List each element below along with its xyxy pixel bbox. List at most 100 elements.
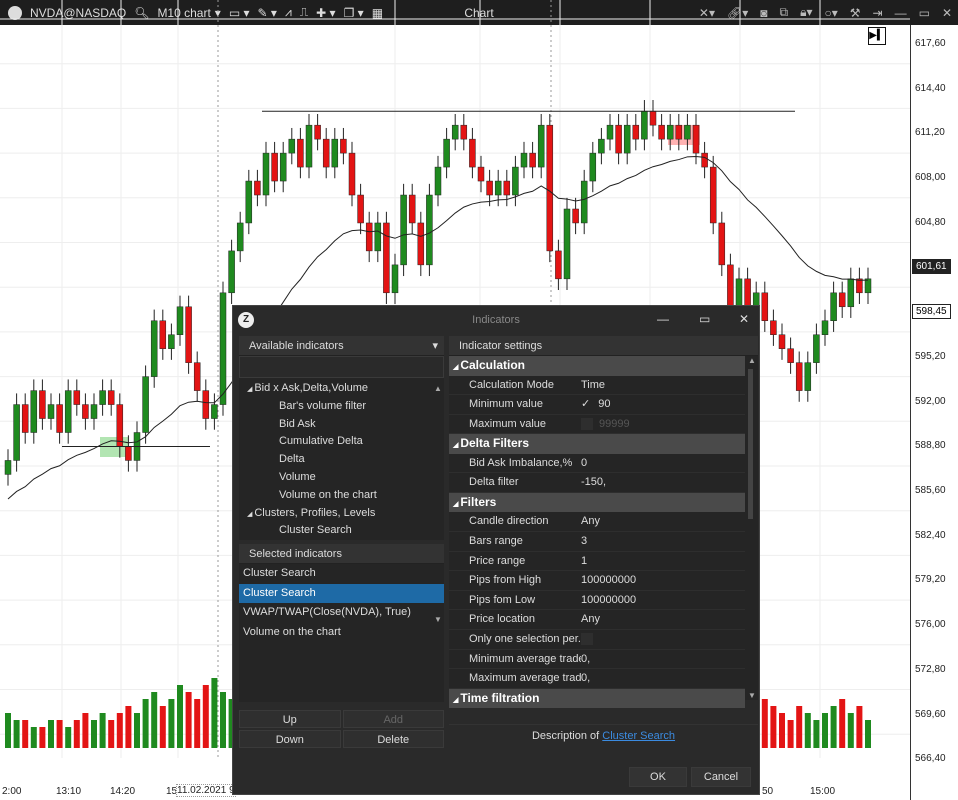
ok-button[interactable]: OK xyxy=(629,767,687,787)
candle xyxy=(486,180,493,196)
setting-value[interactable]: 1 xyxy=(581,552,587,571)
setting-value[interactable]: 0, xyxy=(581,669,590,688)
tree-item[interactable]: Cluster Search xyxy=(239,522,444,540)
settings-section[interactable]: ◢ Time filtration xyxy=(449,688,745,709)
tree-item-label: Bid Ask xyxy=(279,417,316,430)
indicator-tree: ▲ ▼ ◢ Bid x Ask,Delta,Volume Bar's volume … xyxy=(239,378,444,624)
tree-item-label: Volume on the chart xyxy=(279,488,377,501)
tree-item[interactable]: Delta xyxy=(239,451,444,469)
settings-scrollbar[interactable]: ▲ ▼ xyxy=(748,356,756,700)
setting-value[interactable]: 0 xyxy=(581,454,587,473)
tree-item-label: Clusters, Profiles, Levels xyxy=(254,506,376,519)
volume-bar xyxy=(39,727,46,748)
tree-item[interactable]: Bar's volume filter xyxy=(239,398,444,416)
setting-row[interactable]: Minimum value ✓ 90 xyxy=(449,395,745,415)
tree-item[interactable]: Volume on the chart xyxy=(239,487,444,505)
setting-value[interactable]: Time xyxy=(581,376,605,395)
selected-indicator-item[interactable]: Cluster Search xyxy=(239,583,444,603)
setting-row[interactable]: Maximum value 99999 xyxy=(449,415,745,435)
setting-value[interactable]: 99999 xyxy=(581,415,630,434)
checkbox[interactable] xyxy=(581,417,593,430)
setting-value-text: 100000000 xyxy=(581,593,637,606)
setting-row[interactable]: Price location Any xyxy=(449,610,745,631)
setting-row[interactable]: Pips fom Low 100000000 xyxy=(449,591,745,611)
setting-name: Bars range xyxy=(469,535,523,548)
dialog-titlebar[interactable]: Z Indicators — ▭ ✕ xyxy=(233,306,759,334)
setting-row[interactable]: Only one selection per... xyxy=(449,630,745,650)
down-button[interactable]: Down xyxy=(239,730,341,748)
indicators-dialog: Z Indicators — ▭ ✕ Available indicators ▾… xyxy=(232,305,760,795)
setting-value[interactable]: 100000000 xyxy=(581,571,636,590)
selected-indicator-item[interactable]: VWAP/TWAP(Close(NVDA), True) xyxy=(239,603,444,623)
candle xyxy=(692,124,700,154)
setting-value[interactable]: 0, xyxy=(581,650,590,669)
candle xyxy=(770,320,777,335)
add-button[interactable]: Add xyxy=(342,710,444,728)
candle xyxy=(804,362,812,391)
setting-row[interactable]: Bid Ask Imbalance,% 0 xyxy=(449,454,745,474)
checkbox-checked-icon[interactable]: ✓ xyxy=(581,398,590,410)
setting-value[interactable]: Any xyxy=(581,512,600,531)
volume-bar xyxy=(804,713,811,748)
setting-value-text: 0, xyxy=(581,652,591,665)
setting-row[interactable]: Candle direction Any xyxy=(449,512,745,533)
setting-value[interactable]: -150, xyxy=(581,473,606,492)
candle xyxy=(572,208,579,224)
available-indicators-dropdown[interactable]: Available indicators ▾ xyxy=(239,336,444,356)
price-tick-label: 617,60 xyxy=(915,38,946,49)
tree-scrollbar[interactable]: ▲ ▼ xyxy=(434,380,442,624)
description-prefix: Description of xyxy=(531,730,600,742)
selected-indicator-item[interactable]: Volume on the chart xyxy=(239,623,444,643)
close-icon[interactable]: ✕ xyxy=(739,312,749,326)
price-tick-label: 566,40 xyxy=(915,753,946,765)
maximize-icon[interactable]: ▭ xyxy=(699,312,710,326)
candle xyxy=(503,180,511,196)
available-indicators-label: Available indicators xyxy=(249,339,344,352)
delete-button[interactable]: Delete xyxy=(342,730,444,748)
tree-item[interactable]: Cumulative Delta xyxy=(239,433,444,451)
setting-row[interactable]: Calculation Mode Time xyxy=(449,376,745,396)
tree-group[interactable]: ◢ Clusters, Profiles, Levels xyxy=(239,505,444,523)
volume-bar xyxy=(30,727,37,748)
setting-row[interactable]: Maximum average trade 0, xyxy=(449,669,745,689)
description-link[interactable]: Cluster Search xyxy=(602,730,675,742)
close-icon[interactable]: ✕ xyxy=(942,6,952,20)
tree-group[interactable]: ◢ Bid x Ask,Delta,Volume xyxy=(239,380,444,398)
minimize-icon[interactable]: — xyxy=(657,312,669,326)
setting-name: Bid Ask Imbalance,% xyxy=(469,456,573,469)
indicator-search-input[interactable] xyxy=(239,356,444,378)
setting-row[interactable]: Delta filter -150, xyxy=(449,473,745,493)
setting-value[interactable]: 3 xyxy=(581,532,587,551)
checkbox[interactable] xyxy=(581,633,593,646)
setting-row[interactable]: Pips from High 100000000 xyxy=(449,571,745,591)
description: Description of Cluster Search xyxy=(449,724,758,746)
setting-row[interactable]: Minimum average trade 0, xyxy=(449,650,745,670)
settings-section[interactable]: ◢ Filters xyxy=(449,492,745,513)
tree-item[interactable]: Volume xyxy=(239,469,444,487)
setting-row[interactable]: Bars range 3 xyxy=(449,532,745,552)
settings-section[interactable]: ◢ Calculation xyxy=(449,356,745,376)
selected-indicator-item[interactable]: Cluster Search xyxy=(239,564,444,584)
setting-value[interactable] xyxy=(581,630,593,649)
cancel-button[interactable]: Cancel xyxy=(691,767,751,787)
price-axis[interactable]: 617,60614,40611,20608,00604,80601,60598,… xyxy=(910,25,958,800)
setting-value-text: 3 xyxy=(581,535,588,548)
tree-item[interactable]: Bid Ask xyxy=(239,416,444,434)
setting-value-text: 1 xyxy=(581,554,588,567)
up-button[interactable]: Up xyxy=(239,710,341,728)
setting-name: Candle direction xyxy=(469,515,549,528)
maximize-icon[interactable]: ▭ xyxy=(919,6,930,20)
tree-item-label: Cluster Search xyxy=(279,524,352,537)
candle xyxy=(469,138,476,168)
setting-value[interactable]: Any xyxy=(581,610,600,629)
setting-value-text: 99999 xyxy=(599,417,630,430)
candle xyxy=(150,320,158,377)
setting-row[interactable]: Price range 1 xyxy=(449,552,745,572)
volume-bar xyxy=(5,713,11,748)
setting-value[interactable]: ✓ 90 xyxy=(581,395,610,414)
candle xyxy=(357,194,364,224)
settings-section[interactable]: ◢ Delta Filters xyxy=(449,434,745,454)
setting-value[interactable]: 100000000 xyxy=(581,591,636,610)
candle xyxy=(529,152,536,168)
scroll-to-end-button[interactable]: ▶▍ xyxy=(868,27,886,45)
